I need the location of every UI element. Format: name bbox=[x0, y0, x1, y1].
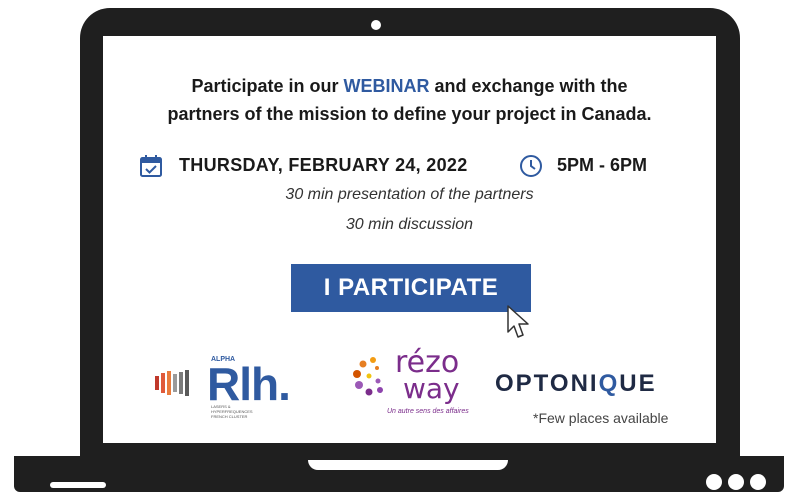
participate-button[interactable]: I PARTICIPATE bbox=[291, 264, 531, 312]
headline-line-1: Participate in our WEBINAR and exchange … bbox=[191, 76, 628, 96]
clock-icon bbox=[520, 155, 542, 177]
event-detail-presentation: 30 min presentation of the partners bbox=[285, 186, 534, 203]
event-date: THURSDAY, FEBRUARY 24, 2022 bbox=[179, 155, 468, 175]
laptop-notch bbox=[308, 460, 508, 470]
headline-line-2: partners of the mission to define your p… bbox=[167, 104, 652, 124]
event-date-row: THURSDAY, FEBRUARY 24, 2022 5PM - 6PM bbox=[139, 152, 699, 180]
event-time: 5PM - 6PM bbox=[557, 155, 648, 175]
rlh-tagline: LASERS & HYPERFREQUENCES FRENCH CLUSTER bbox=[211, 404, 253, 419]
laptop-lid: Participate in our WEBINAR and exchange … bbox=[80, 8, 740, 456]
webcam-dot bbox=[371, 20, 381, 30]
rezoway-word-bottom: way bbox=[403, 372, 460, 405]
rezoway-logo: rézo way Un autre sens des affaires bbox=[351, 348, 471, 418]
optonique-logo: OPTONIQUE bbox=[495, 370, 657, 397]
event-detail-discussion: 30 min discussion bbox=[345, 216, 474, 233]
laptop-screen: Participate in our WEBINAR and exchange … bbox=[103, 36, 716, 443]
rezoway-tagline: Un autre sens des affaires bbox=[387, 408, 469, 415]
laptop-base bbox=[14, 456, 784, 492]
base-line-decoration bbox=[50, 482, 106, 488]
cursor-icon bbox=[507, 305, 529, 338]
base-dots-decoration bbox=[706, 474, 776, 490]
rlh-logo: ALPHA Rlh. LASERS & HYPERFREQUENCES FREN… bbox=[155, 356, 305, 419]
rlh-bars-icon bbox=[155, 370, 189, 396]
webinar-highlight: WEBINAR bbox=[343, 76, 430, 96]
rezoway-dots-icon bbox=[353, 357, 383, 396]
calendar-check-icon bbox=[140, 155, 162, 177]
few-places-note: *Few places available bbox=[533, 410, 669, 426]
headline: Participate in our WEBINAR and exchange … bbox=[103, 72, 716, 128]
